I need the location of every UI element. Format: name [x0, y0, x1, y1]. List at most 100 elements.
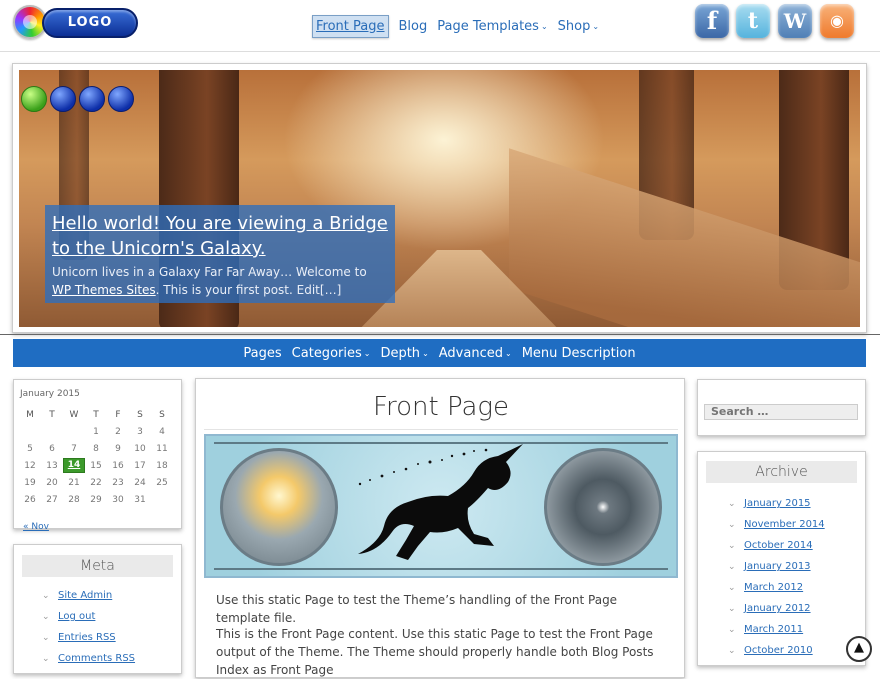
chevron-down-icon: ⌄ — [592, 21, 600, 31]
archive-list-item: ⌄ October 2010 — [728, 640, 857, 661]
nav-item-page-templates[interactable]: Page Templates ⌄ — [437, 19, 547, 34]
calendar-day: 18 — [156, 460, 168, 471]
nav-item-label: Blog — [398, 18, 428, 34]
main-content: Front Page Use this static Page to test … — [195, 378, 685, 678]
calendar-day: 20 — [46, 477, 58, 488]
calendar-week-row: 1 2 3 4 — [19, 423, 173, 440]
wp-themes-link[interactable]: WP Themes Sites — [52, 283, 156, 297]
site-logo[interactable]: LOGO — [42, 8, 138, 38]
calendar-day: 26 — [24, 494, 36, 505]
archive-link[interactable]: January 2015 — [744, 498, 811, 509]
nav-item-front-page[interactable]: Front Page — [312, 14, 389, 38]
archive-list-item: ⌄ November 2014 — [728, 514, 857, 535]
calendar-day: 15 — [90, 460, 102, 471]
calendar-day-today[interactable]: 14 — [63, 458, 85, 473]
meta-title: Meta — [22, 555, 173, 577]
secnav-item-categories[interactable]: Categories ⌄ — [292, 346, 371, 361]
calendar-week-row: 5 6 7 8 9 10 11 — [19, 440, 173, 457]
calendar-day: 10 — [134, 443, 146, 454]
calendar-widget: January 2015 M T W T F S S 1 2 3 4 5 6 7 8 9 10 11 12 13 14 1… — [13, 379, 182, 532]
archive-list-item: ⌄ January 2015 — [728, 493, 857, 514]
secnav-item-depth[interactable]: Depth ⌄ — [380, 346, 428, 361]
site-header: LOGO Front Page Blog Page Templates ⌄ Shop ⌄ … — [0, 0, 880, 52]
calendar-day: 2 — [115, 426, 121, 437]
meta-link[interactable]: Log out — [58, 611, 95, 622]
archive-link[interactable]: March 2011 — [744, 624, 803, 635]
bullet-icon: ⌄ — [728, 519, 736, 530]
calendar-day: 22 — [90, 477, 102, 488]
calendar-weekday: M — [26, 409, 34, 420]
slider-dot[interactable] — [21, 86, 47, 112]
secnav-item-label: Categories — [291, 345, 362, 361]
slider-dot[interactable] — [50, 86, 76, 112]
facebook-icon[interactable]: f — [695, 4, 729, 38]
meta-list-item: ⌄ Log out — [42, 606, 173, 627]
archive-list-item: ⌄ March 2011 — [728, 619, 857, 640]
content-paragraph: This is the Front Page content. Use this… — [216, 627, 654, 677]
meta-link[interactable]: Entries RSS — [58, 632, 116, 643]
slider-pagination — [21, 86, 134, 112]
slider-dot[interactable] — [108, 86, 134, 112]
archive-list-item: ⌄ March 2012 — [728, 577, 857, 598]
calendar-weekday: T — [49, 409, 55, 420]
calendar-prev-link[interactable]: « Nov — [23, 522, 49, 532]
calendar-weekday: S — [159, 409, 165, 420]
calendar-day: 5 — [27, 443, 33, 454]
archive-link[interactable]: January 2012 — [744, 603, 811, 614]
bullet-icon: ⌄ — [728, 624, 736, 635]
meta-link[interactable]: Site Admin — [58, 590, 112, 601]
content-paragraph: Use this static Page to test the Theme’s… — [216, 593, 618, 625]
twitter-icon[interactable]: t — [736, 4, 770, 38]
calendar-day: 31 — [134, 494, 146, 505]
archive-link[interactable]: October 2010 — [744, 645, 813, 656]
calendar-caption: January 2015 — [20, 389, 80, 399]
wordpress-icon[interactable]: W — [778, 4, 812, 38]
slider-dot[interactable] — [79, 86, 105, 112]
scroll-to-top-button[interactable]: ▲ — [846, 636, 872, 662]
calendar-weekday: W — [69, 409, 79, 420]
archive-link[interactable]: October 2014 — [744, 540, 813, 551]
calendar-week-row: 19 20 21 22 23 24 25 — [19, 474, 173, 491]
meta-link[interactable]: Comments RSS — [58, 653, 135, 664]
calendar-day: 17 — [134, 460, 146, 471]
nav-item-shop[interactable]: Shop ⌄ — [558, 19, 599, 34]
secnav-item-label: Menu Description — [521, 345, 636, 361]
bullet-icon: ⌄ — [728, 561, 736, 572]
divider — [0, 334, 880, 335]
archive-widget: Archive ⌄ January 2015 ⌄ November 2014 ⌄ Octo… — [697, 451, 866, 666]
calendar-day: 8 — [93, 443, 99, 454]
secnav-item-menu-description[interactable]: Menu Description — [522, 346, 636, 361]
calendar-weekday: S — [137, 409, 143, 420]
calendar-day: 1 — [93, 426, 99, 437]
calendar-weekday: T — [93, 409, 99, 420]
calendar-day: 9 — [115, 443, 121, 454]
page-title: Front Page — [204, 384, 678, 430]
calendar-day: 19 — [24, 477, 36, 488]
archive-link[interactable]: November 2014 — [744, 519, 825, 530]
nav-item-blog[interactable]: Blog — [399, 19, 428, 34]
slide-caption: Hello world! You are viewing a Bridge to… — [45, 205, 395, 303]
secnav-item-advanced[interactable]: Advanced ⌄ — [439, 346, 512, 361]
slide-excerpt: Unicorn lives in a Galaxy Far Far Away… … — [52, 265, 367, 297]
meta-list-item: ⌄ Comments RSS — [42, 648, 173, 669]
secnav-item-pages[interactable]: Pages — [243, 346, 281, 361]
archive-link[interactable]: March 2012 — [744, 582, 803, 593]
calendar-day: 4 — [159, 426, 165, 437]
compass-medallion — [544, 448, 662, 566]
bullet-icon: ⌄ — [728, 645, 736, 656]
nav-item-label: Shop — [557, 18, 591, 34]
calendar-day: 13 — [46, 460, 58, 471]
search-input[interactable] — [704, 403, 858, 420]
slide-title-link[interactable]: Hello world! You are viewing a Bridge to… — [52, 211, 388, 261]
read-more-link[interactable]: […] — [320, 283, 341, 297]
calendar-day: 23 — [112, 477, 124, 488]
archive-list-item: ⌄ January 2012 — [728, 598, 857, 619]
archive-link[interactable]: January 2013 — [744, 561, 811, 572]
bullet-icon: ⌄ — [42, 632, 50, 643]
bullet-icon: ⌄ — [728, 540, 736, 551]
calendar-day: 21 — [68, 477, 80, 488]
rss-icon[interactable]: ◉ — [820, 4, 854, 38]
meta-list-item: ⌄ Entries RSS — [42, 627, 173, 648]
bullet-icon: ⌄ — [42, 611, 50, 622]
secnav-item-label: Advanced — [438, 345, 503, 361]
